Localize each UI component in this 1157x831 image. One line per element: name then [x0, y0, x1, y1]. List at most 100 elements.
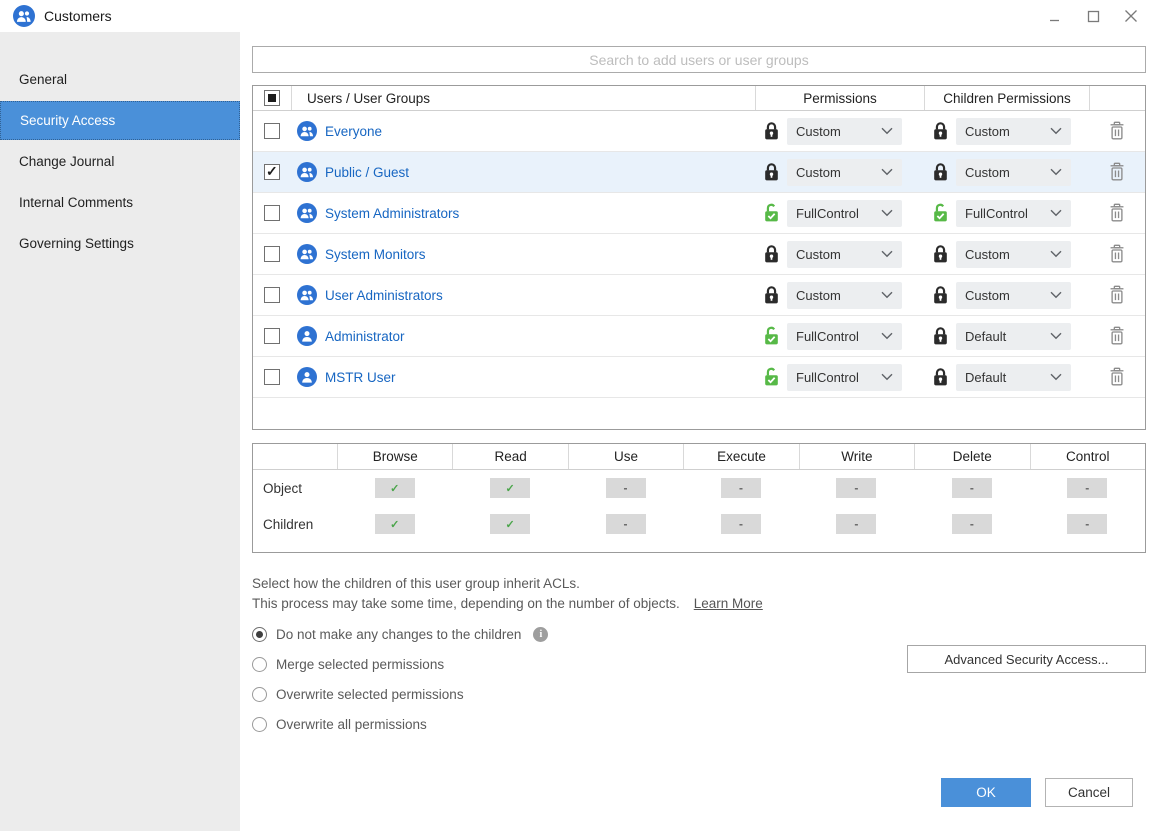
- radio-option-overwrite-all[interactable]: Overwrite all permissions: [252, 714, 427, 734]
- permission-toggle[interactable]: [375, 514, 415, 534]
- maximize-button[interactable]: [1085, 8, 1101, 24]
- permission-toggle[interactable]: [375, 478, 415, 498]
- user-name[interactable]: System Administrators: [325, 206, 459, 221]
- user-group-icon: [297, 367, 317, 387]
- delete-icon[interactable]: [1108, 285, 1126, 305]
- row-checkbox[interactable]: [264, 328, 280, 344]
- children-permissions-dropdown[interactable]: FullControl: [956, 200, 1071, 227]
- chevron-down-icon: [881, 122, 893, 140]
- permissions-dropdown[interactable]: Custom: [787, 159, 902, 186]
- ok-button[interactable]: OK: [941, 778, 1031, 807]
- permission-lock-icon[interactable]: [763, 367, 780, 387]
- permission-toggle[interactable]: [1067, 478, 1107, 498]
- children-permissions-dropdown[interactable]: Custom: [956, 282, 1071, 309]
- matrix-row-label: Object: [253, 481, 337, 496]
- children-permission-lock-icon[interactable]: [932, 244, 949, 264]
- permissions-dropdown[interactable]: FullControl: [787, 200, 902, 227]
- sidebar-item-security-access[interactable]: Security Access: [0, 101, 240, 140]
- permission-toggle[interactable]: [952, 514, 992, 534]
- children-permissions-dropdown[interactable]: Default: [956, 364, 1071, 391]
- radio-button[interactable]: [252, 687, 267, 702]
- advanced-security-access-button[interactable]: Advanced Security Access...: [907, 645, 1146, 673]
- permissions-dropdown[interactable]: Custom: [787, 241, 902, 268]
- delete-icon[interactable]: [1108, 162, 1126, 182]
- permission-lock-icon[interactable]: [763, 326, 780, 346]
- cancel-button[interactable]: Cancel: [1045, 778, 1133, 807]
- permission-toggle[interactable]: [490, 514, 530, 534]
- user-group-icon: [297, 162, 317, 182]
- acl-description-line2: This process may take some time, dependi…: [252, 596, 680, 611]
- row-checkbox[interactable]: [264, 123, 280, 139]
- permission-toggle[interactable]: [490, 478, 530, 498]
- search-input[interactable]: [253, 47, 1145, 72]
- select-all-checkbox[interactable]: [264, 90, 280, 106]
- row-checkbox[interactable]: [264, 246, 280, 262]
- permission-toggle[interactable]: [606, 478, 646, 498]
- children-permission-lock-icon[interactable]: [932, 203, 949, 223]
- row-checkbox[interactable]: [264, 287, 280, 303]
- user-group-icon: [297, 121, 317, 141]
- matrix-column-header: Write: [841, 449, 872, 464]
- children-permission-lock-icon[interactable]: [932, 285, 949, 305]
- permission-toggle[interactable]: [836, 478, 876, 498]
- chevron-down-icon: [1050, 122, 1062, 140]
- children-permission-lock-icon[interactable]: [932, 367, 949, 387]
- permission-toggle[interactable]: [721, 514, 761, 534]
- user-name[interactable]: User Administrators: [325, 288, 443, 303]
- sidebar-item-general[interactable]: General: [0, 60, 240, 99]
- children-permission-lock-icon[interactable]: [932, 121, 949, 141]
- radio-button[interactable]: [252, 717, 267, 732]
- sidebar-item-change-journal[interactable]: Change Journal: [0, 142, 240, 181]
- permission-toggle[interactable]: [1067, 514, 1107, 534]
- permission-lock-icon[interactable]: [763, 285, 780, 305]
- permissions-dropdown[interactable]: FullControl: [787, 323, 902, 350]
- permission-lock-icon[interactable]: [763, 203, 780, 223]
- children-permissions-dropdown[interactable]: Custom: [956, 118, 1071, 145]
- permission-lock-icon[interactable]: [763, 162, 780, 182]
- learn-more-link[interactable]: Learn More: [694, 596, 763, 611]
- close-button[interactable]: [1123, 8, 1139, 24]
- children-permissions-dropdown[interactable]: Custom: [956, 159, 1071, 186]
- children-permission-lock-icon[interactable]: [932, 326, 949, 346]
- permissions-dropdown[interactable]: FullControl: [787, 364, 902, 391]
- children-permissions-dropdown[interactable]: Default: [956, 323, 1071, 350]
- user-group-icon: [297, 285, 317, 305]
- permissions-column-header: Permissions: [756, 91, 924, 106]
- user-name[interactable]: System Monitors: [325, 247, 426, 262]
- radio-button[interactable]: [252, 657, 267, 672]
- sidebar-item-label: Change Journal: [19, 154, 114, 169]
- info-icon[interactable]: i: [533, 627, 548, 642]
- title-bar: Customers: [0, 0, 1157, 32]
- sidebar-item-internal-comments[interactable]: Internal Comments: [0, 183, 240, 222]
- permission-toggle[interactable]: [836, 514, 876, 534]
- delete-icon[interactable]: [1108, 244, 1126, 264]
- delete-icon[interactable]: [1108, 121, 1126, 141]
- user-name[interactable]: MSTR User: [325, 370, 396, 385]
- radio-button[interactable]: [252, 627, 267, 642]
- row-checkbox[interactable]: [264, 164, 280, 180]
- user-name[interactable]: Everyone: [325, 124, 382, 139]
- permission-toggle[interactable]: [721, 478, 761, 498]
- radio-option-overwrite-selected[interactable]: Overwrite selected permissions: [252, 684, 464, 704]
- row-checkbox[interactable]: [264, 205, 280, 221]
- radio-option-no-changes[interactable]: Do not make any changes to the children …: [252, 624, 548, 644]
- permissions-dropdown[interactable]: Custom: [787, 118, 902, 145]
- delete-icon[interactable]: [1108, 367, 1126, 387]
- sidebar-item-governing-settings[interactable]: Governing Settings: [0, 224, 240, 263]
- user-name[interactable]: Administrator: [325, 329, 405, 344]
- permission-lock-icon[interactable]: [763, 121, 780, 141]
- radio-option-merge[interactable]: Merge selected permissions: [252, 654, 444, 674]
- permissions-dropdown[interactable]: Custom: [787, 282, 902, 309]
- children-permissions-dropdown[interactable]: Custom: [956, 241, 1071, 268]
- user-name[interactable]: Public / Guest: [325, 165, 409, 180]
- table-row: MSTR User FullControl Default: [253, 357, 1145, 398]
- delete-icon[interactable]: [1108, 326, 1126, 346]
- chevron-down-icon: [1050, 368, 1062, 386]
- permission-toggle[interactable]: [952, 478, 992, 498]
- minimize-button[interactable]: [1047, 8, 1063, 24]
- permission-lock-icon[interactable]: [763, 244, 780, 264]
- row-checkbox[interactable]: [264, 369, 280, 385]
- delete-icon[interactable]: [1108, 203, 1126, 223]
- permission-toggle[interactable]: [606, 514, 646, 534]
- children-permission-lock-icon[interactable]: [932, 162, 949, 182]
